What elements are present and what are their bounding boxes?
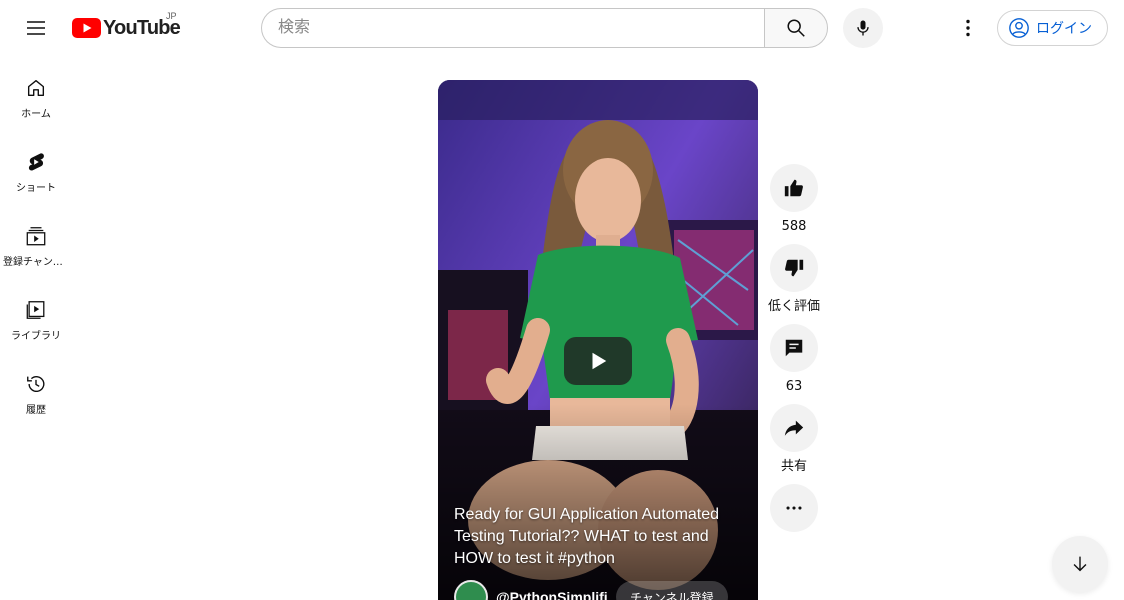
sidebar-item-label: 登録チャンネル	[3, 257, 69, 268]
share-button[interactable]	[770, 404, 818, 452]
channel-name[interactable]: @PythonSimplified	[496, 589, 608, 600]
sidebar-item-home[interactable]: ホーム	[0, 56, 72, 130]
youtube-logo[interactable]: YouTube	[72, 14, 181, 42]
home-icon	[24, 76, 48, 100]
settings-more-button[interactable]	[948, 8, 988, 48]
shorts-icon	[24, 150, 48, 174]
channel-avatar[interactable]	[454, 580, 488, 600]
subscribe-label: チャンネル登録	[630, 590, 714, 600]
video-title[interactable]: Ready for GUI Application Automated Test…	[454, 504, 742, 570]
sidebar-item-history[interactable]: 履歴	[0, 352, 72, 426]
channel-bar: @PythonSimplified チャンネル登録	[454, 580, 728, 600]
microphone-icon	[857, 20, 869, 36]
sidebar-item-library[interactable]: ライブラリ	[0, 278, 72, 352]
search-input[interactable]	[261, 8, 764, 48]
guide-menu-button[interactable]	[16, 8, 56, 48]
share-icon	[784, 420, 804, 436]
subscribe-button[interactable]: チャンネル登録	[616, 581, 728, 600]
more-actions-button[interactable]	[770, 484, 818, 532]
more-horiz-icon	[786, 506, 802, 510]
comments-button[interactable]	[770, 324, 818, 372]
region-code: JP	[166, 11, 177, 21]
dislike-label: 低く評価	[767, 299, 820, 314]
sign-in-label: ログイン	[1036, 21, 1092, 37]
comment-count: 63	[785, 379, 803, 394]
sidebar-item-label: ショート	[16, 183, 56, 194]
mini-guide: ホーム ショート 登録チャンネル ライブラリ 履歴	[0, 56, 72, 426]
dislike-button[interactable]	[770, 244, 818, 292]
comments-action: 63	[770, 324, 818, 396]
sidebar-item-label: ライブラリ	[11, 331, 61, 342]
share-label: 共有	[780, 459, 807, 474]
next-video-button[interactable]	[1052, 536, 1108, 592]
youtube-play-logo-icon	[72, 18, 101, 38]
comment-icon	[785, 339, 803, 357]
play-icon	[592, 352, 607, 370]
library-icon	[24, 298, 48, 322]
shorts-actions: 588 低く評価 63 共有	[768, 164, 820, 532]
thumb-up-icon	[784, 179, 803, 197]
search-box	[261, 8, 828, 48]
dislike-action: 低く評価	[768, 244, 820, 316]
sidebar-item-label: 履歴	[26, 405, 46, 416]
search-icon	[787, 19, 805, 37]
subscriptions-icon	[24, 224, 48, 248]
masthead: YouTube JP ログイン	[0, 0, 1124, 56]
shorts-video-player[interactable]: Ready for GUI Application Automated Test…	[438, 80, 758, 600]
account-circle-icon	[1009, 18, 1029, 38]
more-vert-icon	[966, 19, 970, 37]
like-button[interactable]	[770, 164, 818, 212]
like-count: 588	[781, 219, 807, 234]
play-button[interactable]	[564, 337, 632, 385]
sign-in-button[interactable]: ログイン	[997, 10, 1108, 46]
sidebar-item-subscriptions[interactable]: 登録チャンネル	[0, 204, 72, 278]
sidebar-item-label: ホーム	[21, 109, 51, 120]
history-icon	[24, 372, 48, 396]
thumb-down-icon	[785, 259, 804, 277]
search-button[interactable]	[764, 8, 828, 48]
like-action: 588	[770, 164, 818, 236]
voice-search-button[interactable]	[843, 8, 883, 48]
hamburger-icon	[27, 21, 45, 35]
share-action: 共有	[770, 404, 818, 476]
arrow-down-icon	[1073, 556, 1087, 572]
sidebar-item-shorts[interactable]: ショート	[0, 130, 72, 204]
more-action	[770, 484, 818, 532]
